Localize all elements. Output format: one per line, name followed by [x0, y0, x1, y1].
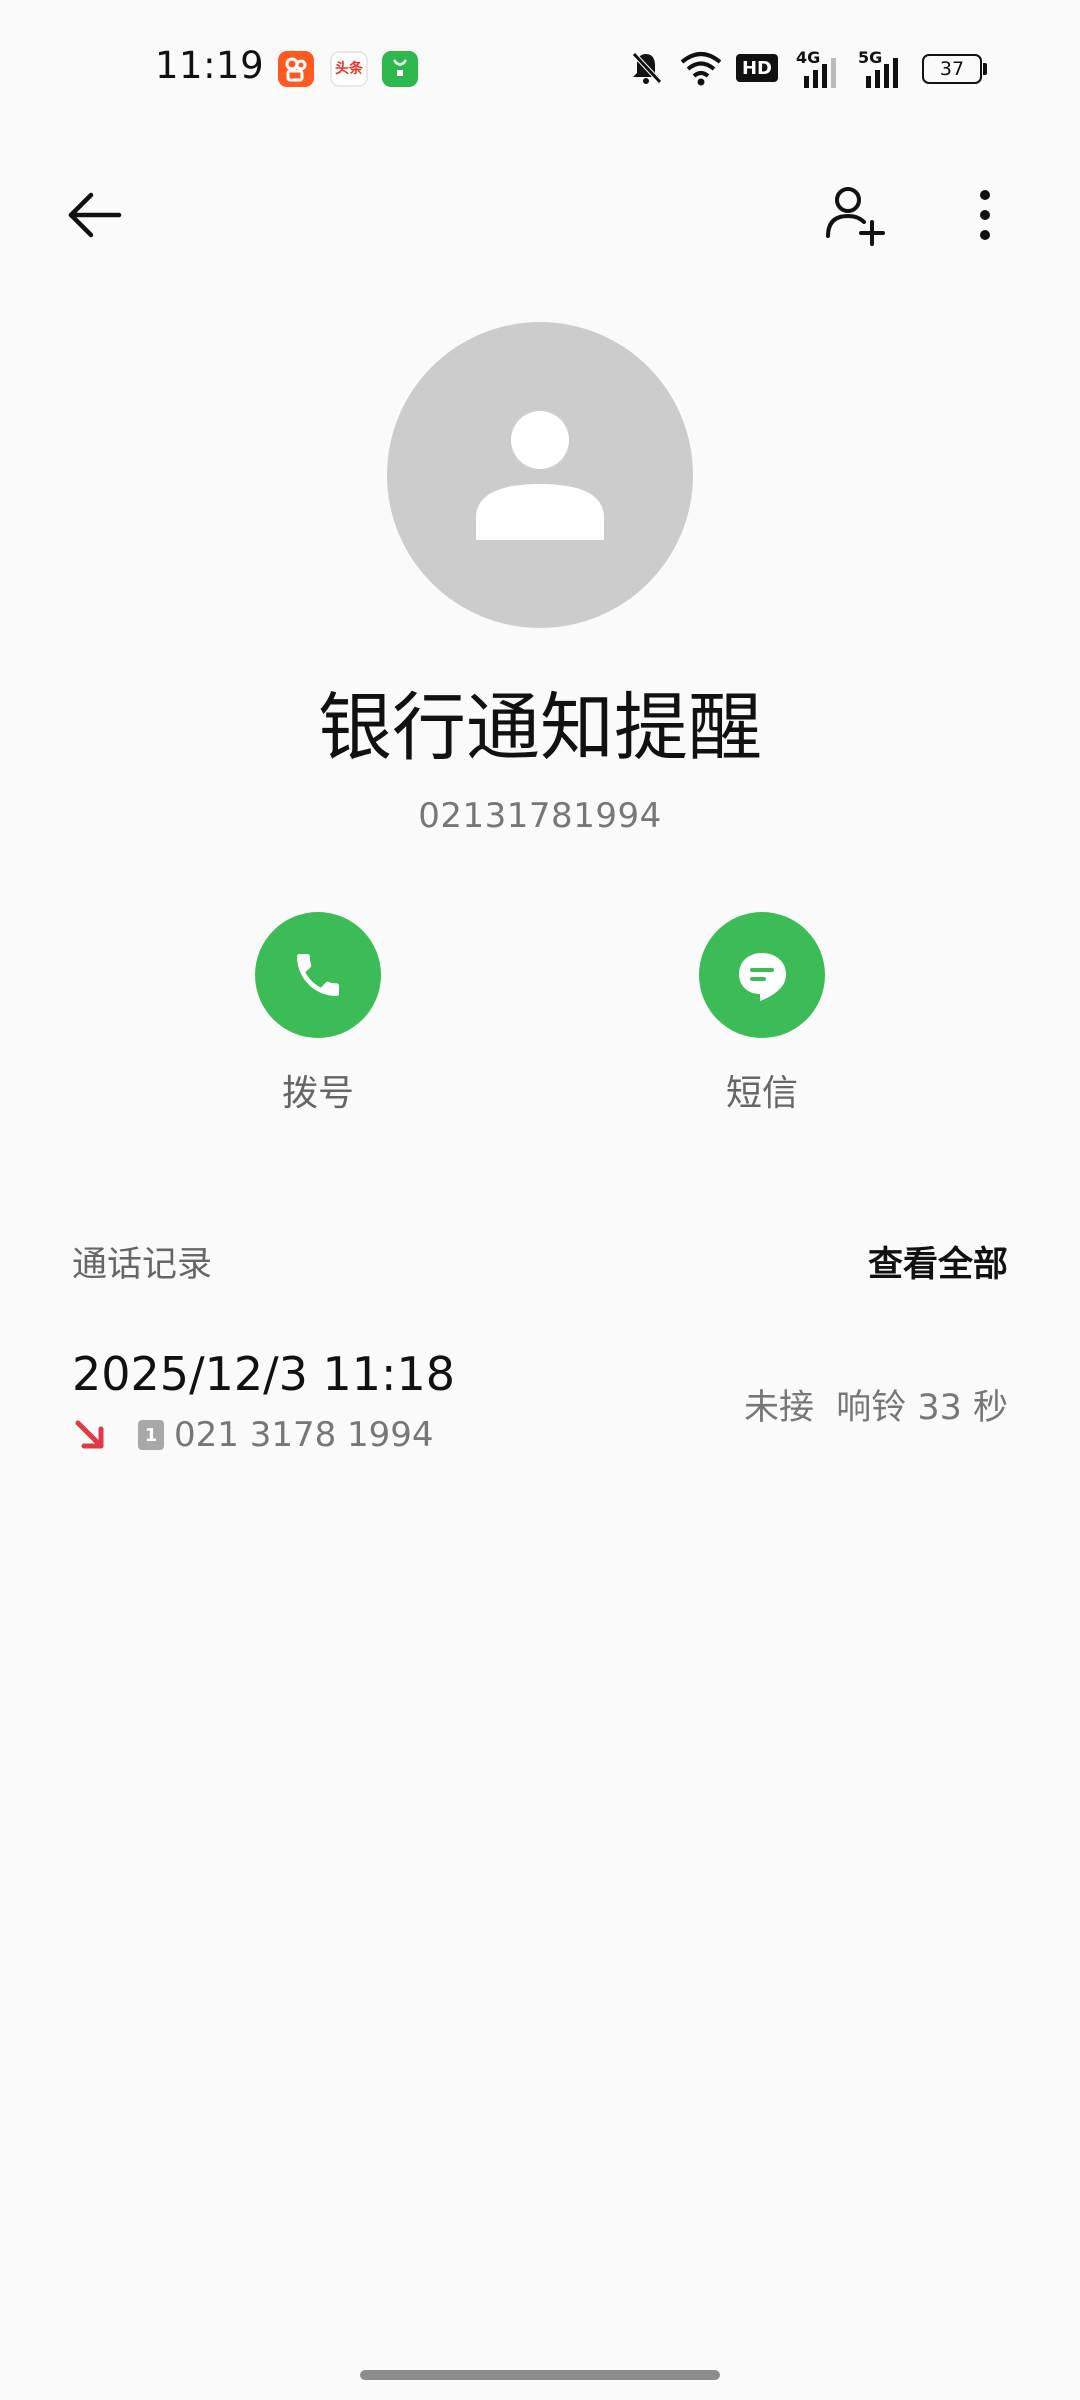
- phone-icon: [297, 954, 339, 996]
- sms-action[interactable]: 短信: [662, 912, 862, 1116]
- wifi-icon: [680, 52, 722, 86]
- hd-voice-icon: HD: [736, 54, 778, 82]
- contact-number: 02131781994: [418, 796, 662, 836]
- sms-button[interactable]: [699, 912, 825, 1038]
- contact-detail-screen: 11:19 头条 HD 4G 5G 37 银行通知提醒 02131781994 …: [0, 0, 1080, 2400]
- battery-level: 37: [939, 58, 965, 80]
- arrow-left-icon: [68, 192, 122, 238]
- home-indicator[interactable]: [360, 2370, 720, 2380]
- missed-call-icon: [75, 1420, 104, 1449]
- kuaishou-icon: [278, 51, 314, 87]
- call-action[interactable]: 拨号: [218, 912, 418, 1116]
- person-add-icon: [826, 187, 885, 246]
- toutiao-icon: 头条: [330, 51, 368, 87]
- toutiao-label: 头条: [335, 61, 363, 77]
- hd-label: HD: [741, 57, 772, 79]
- signal-4g-icon: 4G: [796, 48, 842, 88]
- person-placeholder-icon: [476, 411, 604, 540]
- app-store-icon: [382, 51, 418, 87]
- call-button[interactable]: [255, 912, 381, 1038]
- contact-name: 银行通知提醒: [318, 685, 762, 771]
- back-button[interactable]: [50, 170, 140, 260]
- avatar: [387, 322, 693, 628]
- message-icon: [739, 953, 786, 1001]
- top-bar: [0, 170, 1080, 260]
- status-bar: 11:19 头条 HD 4G 5G 37: [0, 0, 1080, 130]
- call-log-datetime: 2025/12/3 11:18: [72, 1347, 456, 1401]
- view-all-link[interactable]: 查看全部: [868, 1236, 1008, 1287]
- status-time: 11:19: [155, 44, 265, 87]
- battery-icon: 37: [922, 54, 988, 84]
- more-vertical-icon: [980, 190, 990, 240]
- call-label: 拨号: [281, 1073, 354, 1114]
- call-log-title: 通话记录: [72, 1245, 213, 1285]
- call-log-number: 021 3178 1994: [174, 1415, 434, 1455]
- call-log-entry[interactable]: 2025/12/3 11:18 1 021 3178 1994 未接 响铃 33…: [0, 1335, 1080, 1465]
- sim-card-icon: 1: [138, 1420, 164, 1450]
- more-options-button[interactable]: [940, 170, 1030, 260]
- bell-muted-icon: [632, 52, 662, 84]
- call-log-detail: 1 021 3178 1994: [72, 1415, 434, 1455]
- call-log-status: 未接 响铃 33 秒: [743, 1388, 1008, 1428]
- signal-5g-icon: 5G: [858, 48, 904, 88]
- sms-label: 短信: [725, 1073, 798, 1114]
- add-contact-button[interactable]: [810, 170, 900, 260]
- sim-slot-label: 1: [144, 1424, 158, 1446]
